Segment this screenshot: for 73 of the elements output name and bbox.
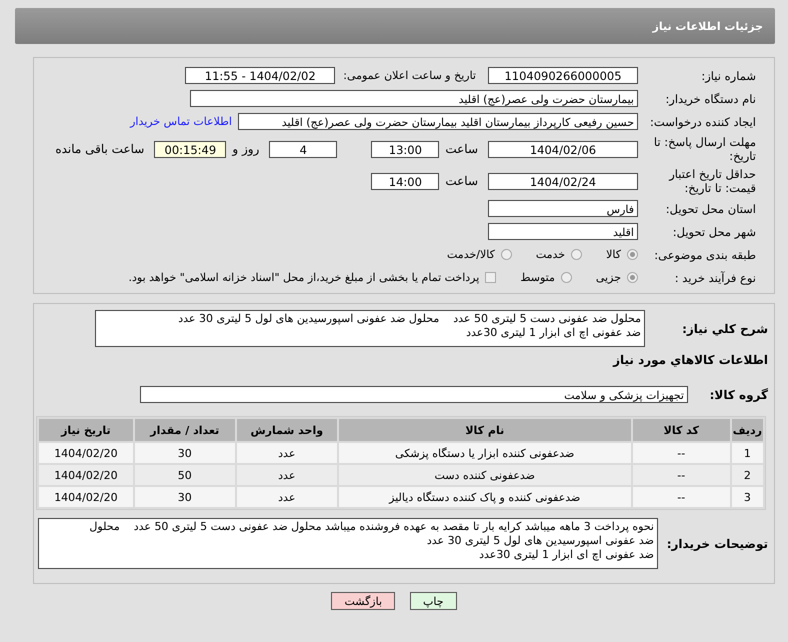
summary-field[interactable]: محلول ضد عفونی دست 5 لیتری 50 عدد محلول ضد عفونی اسپورسیدین های لول 5 لیتری 30 عدد ضد عفونی اچ ای ابزار 1 لیتری 30عدد	[95, 310, 645, 347]
table-cell: ضدعفونی کننده دست	[338, 465, 631, 485]
buyer-contact-link[interactable]: اطلاعات تماس خریدار	[130, 115, 234, 128]
table-cell: 50	[134, 465, 235, 485]
column-header: تعداد / مقدار	[134, 419, 235, 441]
column-header: نام کالا	[338, 419, 631, 441]
checkbox[interactable]	[485, 272, 496, 283]
column-header: واحد شمارش	[236, 419, 337, 441]
radio-label: کالا	[606, 248, 621, 261]
column-header: ردیف	[732, 419, 763, 441]
radio-button[interactable]	[500, 249, 512, 260]
announce-date-field: 1404/02/02 - 11:55	[185, 67, 336, 84]
field-label: حداقل تاریخ اعتبار قیمت: تا تاریخ:	[668, 167, 757, 195]
time-label: ساعت	[444, 142, 479, 156]
validity-time-field: 14:00	[371, 172, 440, 190]
table-cell: --	[632, 487, 730, 507]
field-label: طبقه بندی موضوعی:	[653, 248, 757, 262]
radio-button[interactable]	[627, 272, 638, 283]
need-number-field: 1104090266000005	[488, 67, 638, 84]
buyer-notes-field[interactable]: نحوه پرداخت 3 ماهه میباشد کرایه بار تا مقصد به عهده فروشنده میباشد محلول ضد عفونی دست 5 لیتری 50 عدد محلول ضد عفونی اسپورسیدین های لول 5 لیتری 30 عدد ضد عفونی اچ ای ابزار 1 لیتری 30عدد	[38, 518, 658, 569]
field-label: نوع فرآیند خرید :	[674, 270, 757, 284]
field-label: نام دستگاه خریدار:	[664, 92, 757, 106]
radio-label: متوسط	[520, 271, 555, 284]
section-title: اطلاعات کالاهاي مورد نياز	[612, 352, 769, 369]
deadline-date-field: 1404/02/06	[488, 140, 638, 158]
time-label: ساعت	[444, 174, 479, 188]
table-cell: 3	[732, 487, 763, 507]
field-label: شرح کلي نياز:	[681, 322, 769, 336]
buyer-org-field: بیمارستان حضرت ولی عصر(عج) اقلید	[190, 90, 638, 107]
field-label: شماره نیاز:	[700, 68, 757, 82]
table-cell: عدد	[236, 487, 337, 507]
field-label: گروه کالا:	[708, 388, 769, 402]
radio-button[interactable]	[627, 249, 638, 260]
field-label: ایجاد کننده درخواست:	[649, 114, 757, 128]
days-field: 4	[269, 140, 338, 158]
print-button[interactable]: چاپ	[410, 592, 457, 610]
validity-date-field: 1404/02/24	[488, 172, 638, 190]
page-title: جزئیات اطلاعات نیاز	[652, 20, 763, 32]
column-header: کد کالا	[632, 419, 730, 441]
city-field: اقلید	[488, 223, 638, 240]
requester-field: حسین رفیعی کارپرداز بیمارستان اقلید بیمارستان حضرت ولی عصر(عج) اقلید	[238, 113, 638, 130]
table-cell: 30	[134, 487, 235, 507]
deadline-time-field: 13:00	[371, 140, 440, 158]
field-label: استان محل تحویل:	[664, 202, 757, 216]
table-cell: عدد	[236, 443, 337, 463]
table-cell: 30	[134, 443, 235, 463]
days-label: روز و	[230, 142, 260, 156]
radio-label: جزیی	[596, 271, 621, 284]
table-cell: ضدعفونی کننده و پاک کننده دستگاه دیالیز	[338, 487, 631, 507]
checkbox-label: پرداخت تمام یا بخشی از مبلغ خرید،از محل "اسناد خزانه اسلامی" خواهد بود.	[128, 271, 480, 284]
radio-button[interactable]	[571, 249, 582, 260]
table-cell: 1404/02/20	[39, 487, 133, 507]
column-header: تاریخ نیاز	[39, 419, 133, 441]
radio-label: کالا/خدمت	[447, 248, 495, 261]
table-cell: ضدعفونی کننده ابزار یا دستگاه پزشکی	[338, 443, 631, 463]
field-label: مهلت ارسال پاسخ: تا تاریخ:	[652, 135, 757, 163]
field-label: تاریخ و ساعت اعلان عمومی:	[342, 69, 477, 82]
table-cell: --	[632, 465, 730, 485]
table-cell: 1	[732, 443, 763, 463]
table-cell: 1404/02/20	[39, 465, 133, 485]
back-button[interactable]: بازگشت	[331, 592, 396, 610]
field-label: توضیحات خریدار:	[666, 536, 769, 550]
radio-label: خدمت	[536, 248, 566, 261]
remaining-label: ساعت باقی مانده	[54, 142, 146, 156]
table-cell: 2	[732, 465, 763, 485]
table-cell: 1404/02/20	[39, 443, 133, 463]
table-cell: عدد	[236, 465, 337, 485]
radio-button[interactable]	[560, 272, 572, 283]
province-field: فارس	[488, 200, 638, 217]
field-label: شهر محل تحویل:	[672, 224, 757, 238]
remaining-time-field: 00:15:49	[154, 140, 226, 158]
goods-group-field: تجهیزات پزشکی و سلامت	[140, 386, 688, 403]
table-cell: --	[632, 443, 730, 463]
